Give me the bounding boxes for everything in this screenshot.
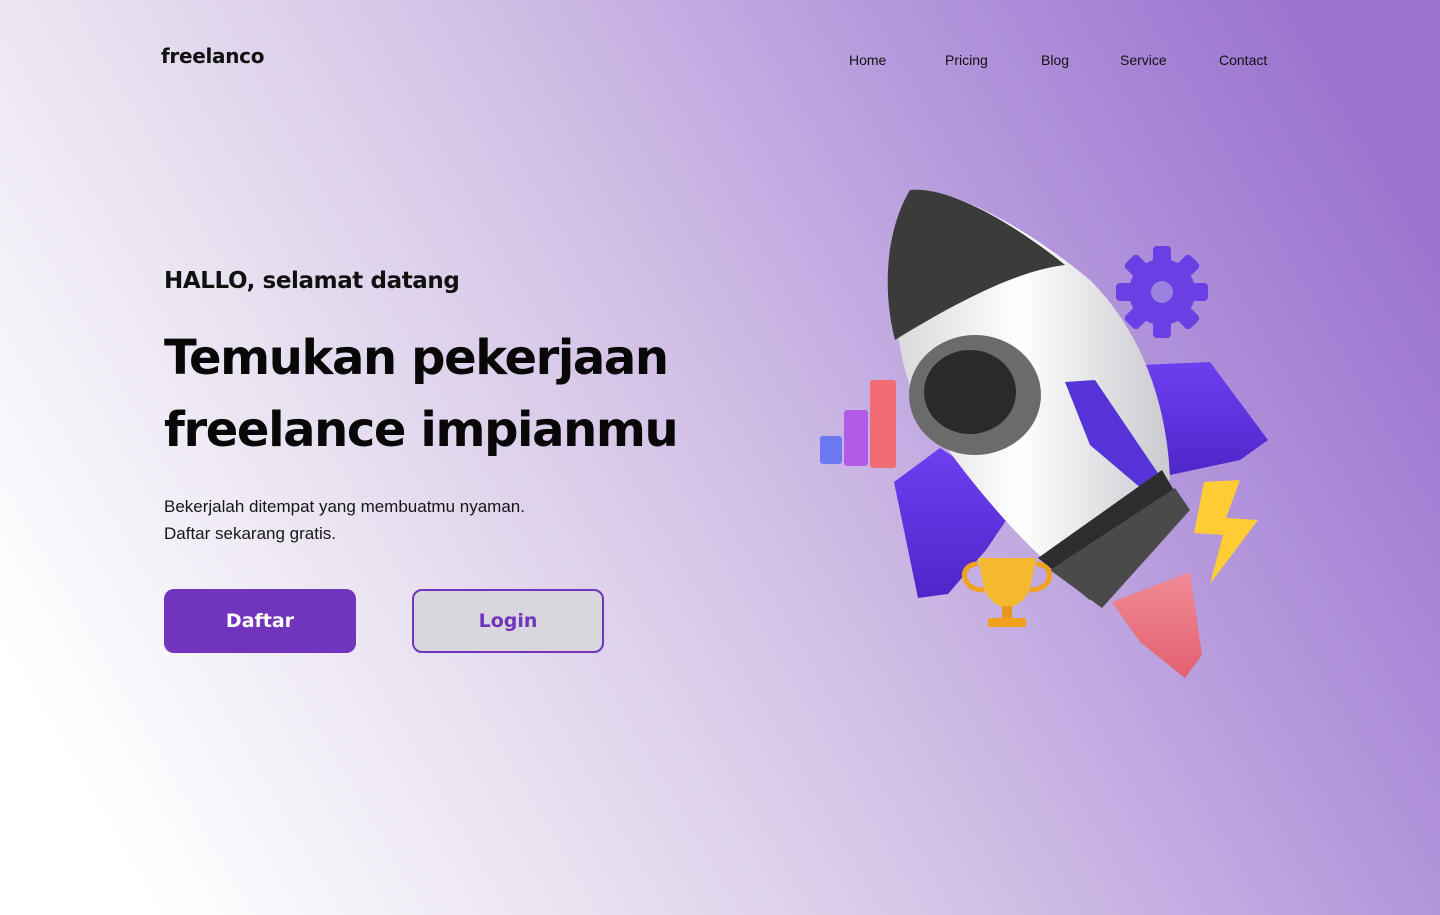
hero-greeting: HALLO, selamat datang [164,268,460,294]
subtext-line-2: Daftar sekarang gratis. [164,524,336,543]
nav-pricing[interactable]: Pricing [945,52,988,68]
gear-icon [1116,246,1208,338]
nav-service[interactable]: Service [1120,52,1167,68]
login-button[interactable]: Login [412,589,604,653]
daftar-button[interactable]: Daftar [164,589,356,653]
bar-chart-icon [820,380,896,468]
headline-line-1: Temukan pekerjaan [164,330,669,386]
nav-blog[interactable]: Blog [1041,52,1069,68]
hero-headline: Temukan pekerjaan freelance impianmu [164,322,784,466]
main-nav: Home Pricing Blog Service Contact [0,52,1440,72]
nav-contact[interactable]: Contact [1219,52,1267,68]
headline-line-2: freelance impianmu [164,402,679,458]
nav-home[interactable]: Home [849,52,886,68]
lightning-icon [1194,480,1258,584]
subtext-line-1: Bekerjalah ditempat yang membuatmu nyama… [164,497,525,516]
rocket-flame [1112,572,1202,678]
hero-subtext: Bekerjalah ditempat yang membuatmu nyama… [164,493,684,547]
trophy-icon [961,558,1053,627]
hero-illustration [820,189,1268,678]
